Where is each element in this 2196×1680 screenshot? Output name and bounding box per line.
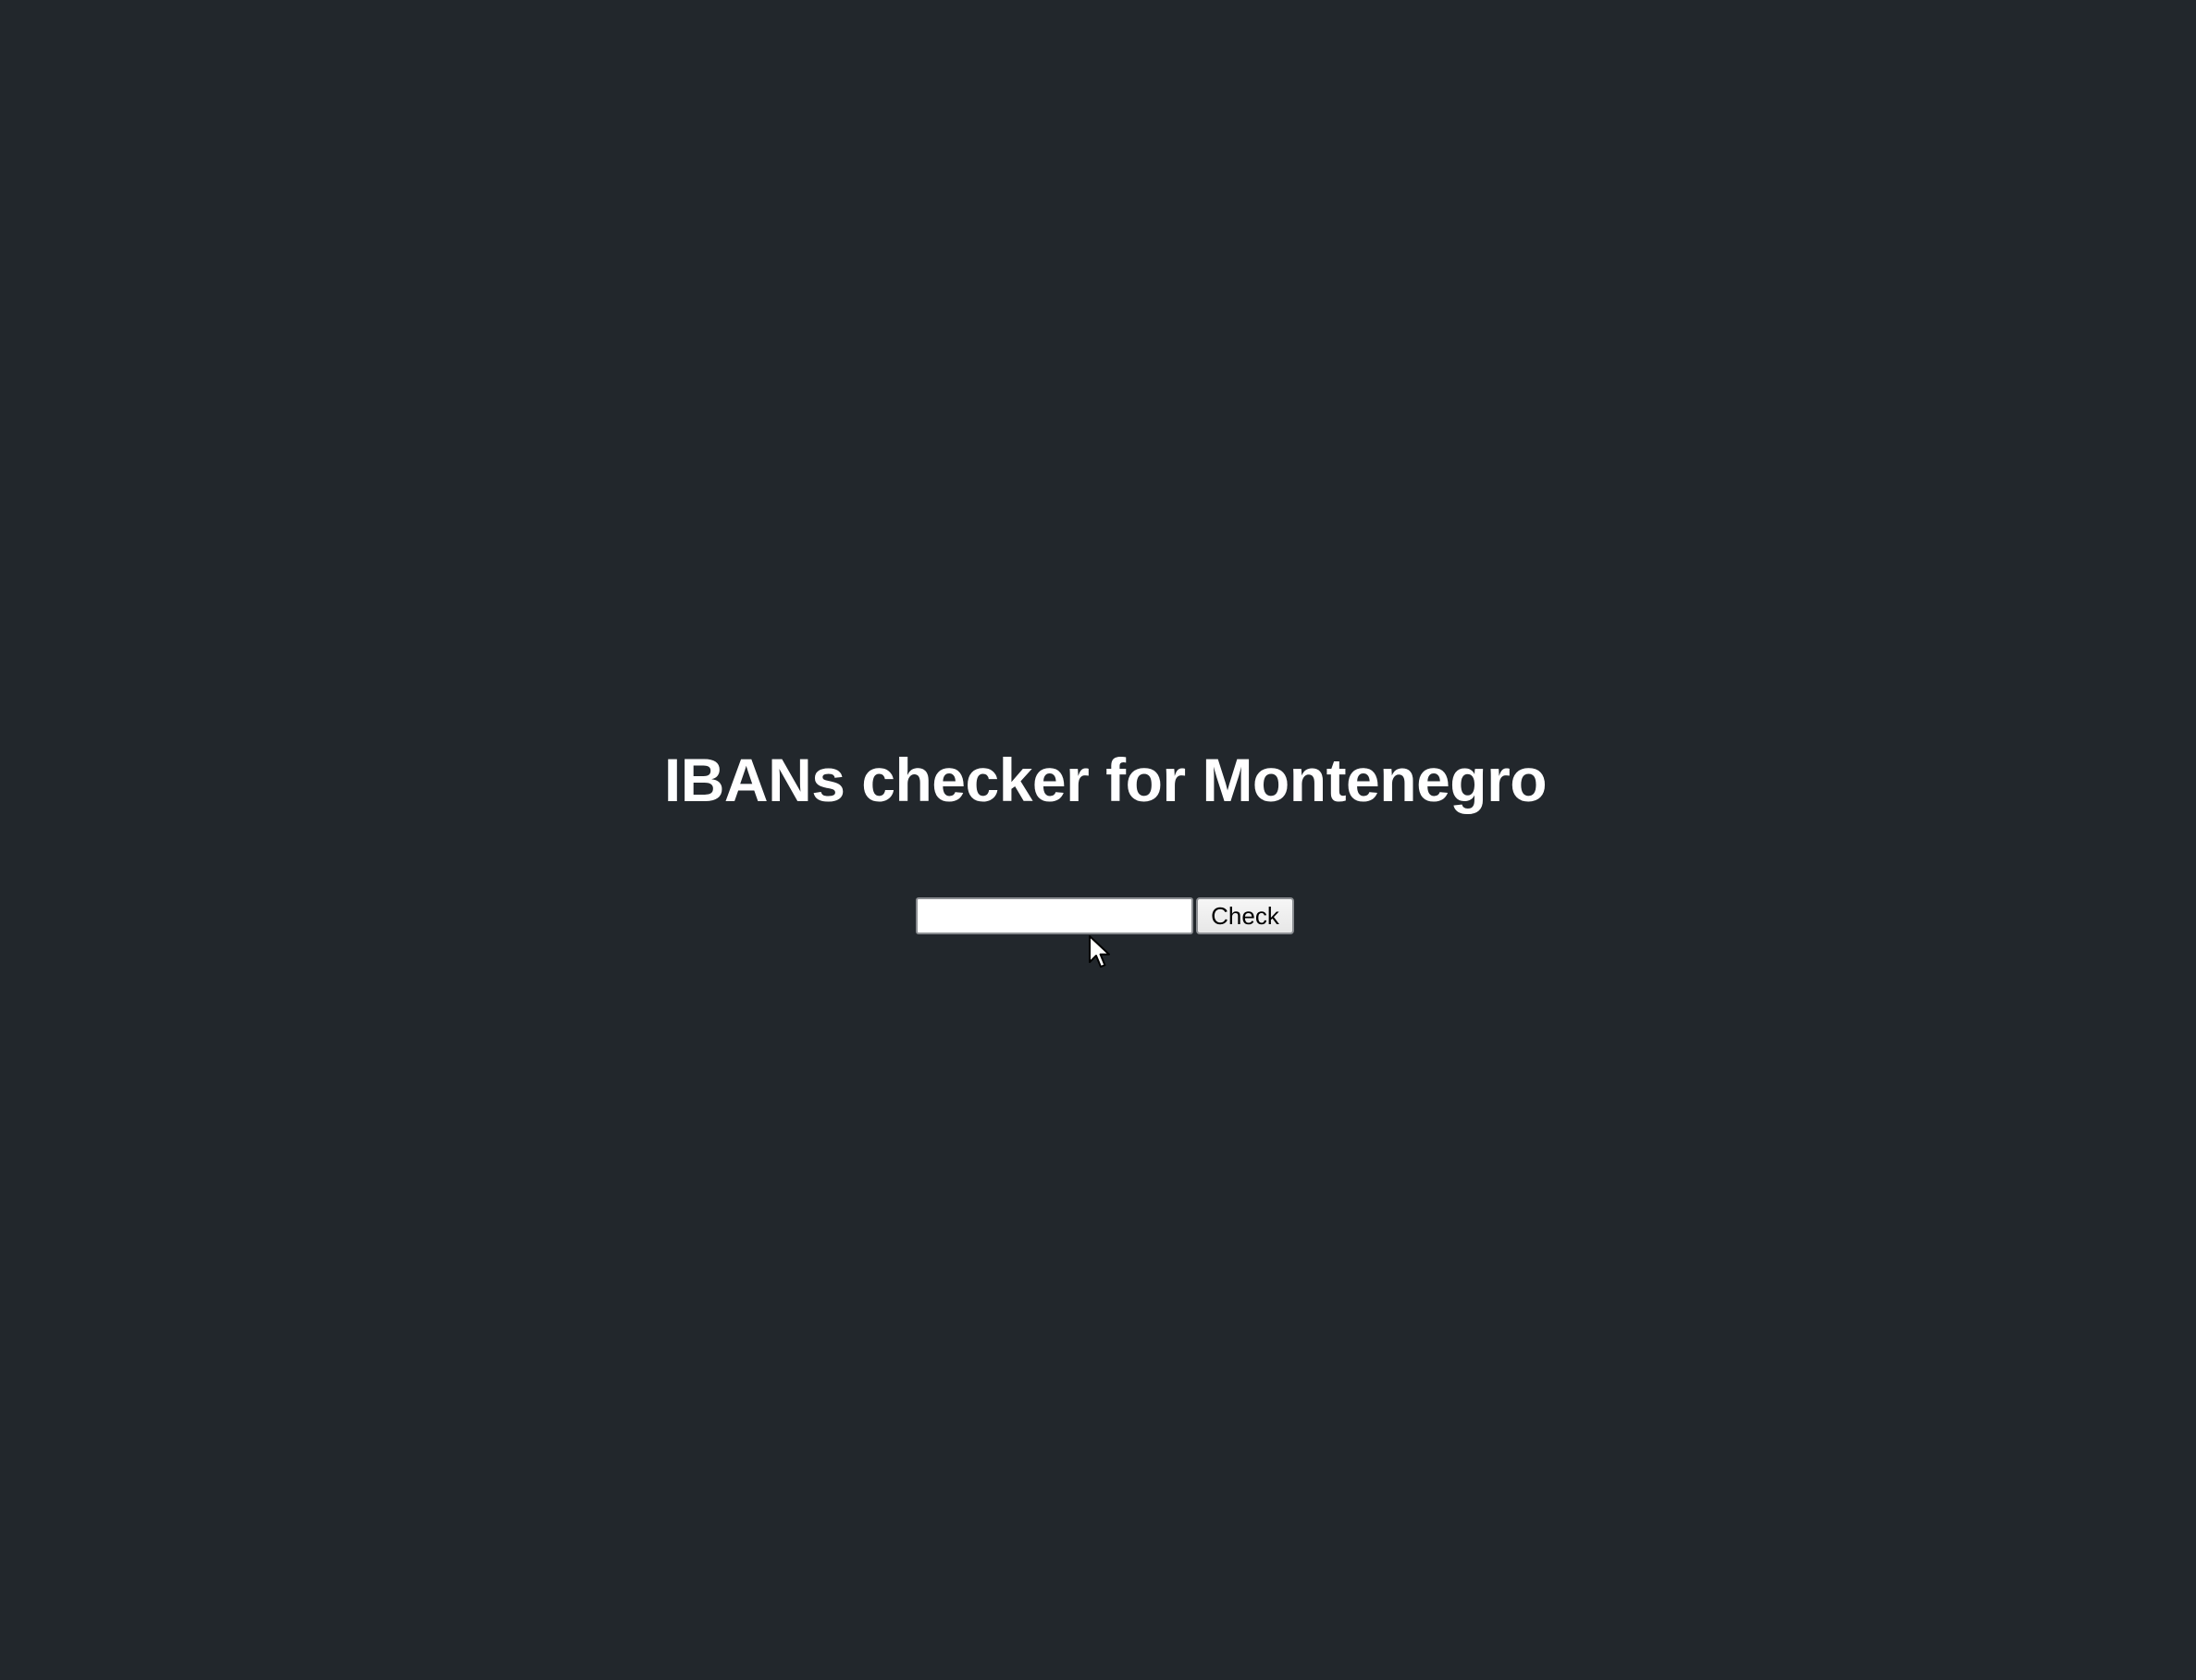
mouse-pointer-icon — [1089, 935, 1110, 968]
page-title: IBANs checker for Montenegro — [663, 746, 1548, 814]
check-button[interactable]: Check — [1196, 897, 1294, 934]
iban-check-form: Check — [916, 897, 1294, 936]
iban-input[interactable] — [916, 897, 1193, 934]
